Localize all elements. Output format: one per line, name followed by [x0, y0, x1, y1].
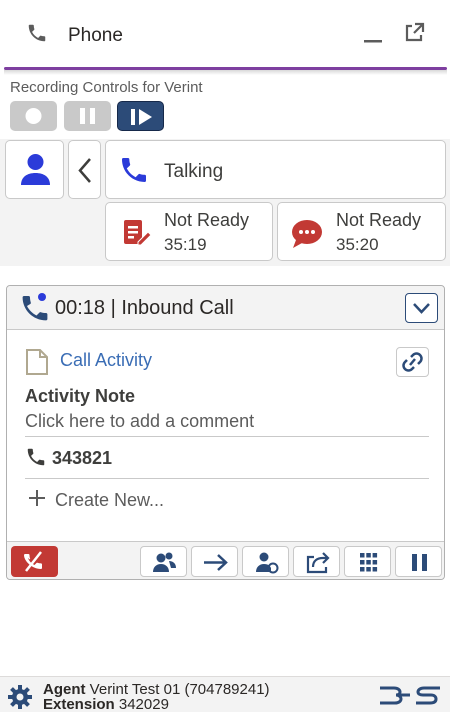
chat-bubble-icon	[292, 220, 322, 248]
page-title: Phone	[68, 25, 123, 46]
agent-status-area: Talking Not Ready 35:19 Not Ready 35:20	[0, 139, 450, 266]
divider	[25, 436, 429, 437]
call-timer: 00:18	[55, 297, 106, 319]
resume-recording-icon	[131, 109, 152, 125]
activity-note-label: Activity Note	[25, 386, 136, 406]
create-new-link[interactable]: Create New...	[55, 490, 164, 511]
recording-controls: Recording Controls for Verint	[0, 75, 450, 139]
document-icon	[26, 349, 48, 375]
not-ready-status-1[interactable]: Not Ready 35:19	[105, 202, 273, 261]
phone-icon	[27, 448, 45, 466]
hold-icon	[412, 554, 427, 571]
consult-button[interactable]	[242, 546, 289, 577]
link-icon	[402, 352, 423, 372]
activity-comment-input[interactable]: Click here to add a comment	[25, 411, 254, 432]
collapse-status-button[interactable]	[68, 140, 101, 199]
call-activity-link[interactable]: Call Activity	[60, 350, 152, 371]
not-ready-label-1: Not Ready	[164, 210, 250, 230]
note-edit-icon	[124, 220, 152, 246]
gear-icon[interactable]	[7, 684, 33, 710]
bucher-suter-logo-icon	[380, 686, 440, 705]
dialpad-button[interactable]	[344, 546, 391, 577]
not-ready-time-2: 35:20	[336, 235, 379, 254]
resume-recording-button[interactable]	[117, 101, 164, 131]
extension-info: Extension 342029	[43, 696, 169, 712]
not-ready-label-2: Not Ready	[336, 210, 422, 230]
link-record-button[interactable]	[396, 347, 429, 377]
transfer-arrow-icon	[204, 554, 228, 571]
pause-recording-button[interactable]	[64, 101, 111, 131]
talking-status[interactable]: Talking	[105, 140, 446, 199]
call-type: Inbound Call	[121, 297, 234, 319]
conference-icon	[153, 552, 176, 572]
hold-button[interactable]	[395, 546, 442, 577]
dialpad-icon	[360, 553, 378, 572]
phone-header: Phone	[0, 0, 450, 75]
chevron-down-icon	[413, 303, 430, 314]
agent-icon	[21, 154, 50, 185]
recording-controls-label: Recording Controls for Verint	[10, 79, 203, 96]
call-card-header: 00:18 | Inbound Call	[7, 286, 444, 330]
divider	[25, 478, 429, 479]
call-card-toggle-button[interactable]	[405, 293, 438, 323]
pause-icon	[80, 108, 95, 124]
agent-button[interactable]	[5, 140, 64, 199]
extension-label: Extension	[43, 696, 115, 712]
agent-footer: Agent Verint Test 01 (704789241) Extensi…	[0, 676, 450, 712]
popout-icon[interactable]	[403, 22, 425, 44]
end-call-icon	[24, 551, 42, 572]
transfer-button[interactable]	[191, 546, 238, 577]
end-call-button[interactable]	[11, 546, 58, 577]
call-toolbar	[7, 541, 444, 579]
not-ready-status-2[interactable]: Not Ready 35:20	[277, 202, 446, 261]
chevron-left-icon	[78, 158, 91, 183]
talking-label: Talking	[164, 161, 224, 182]
record-icon	[25, 108, 42, 124]
record-button[interactable]	[10, 101, 57, 131]
extension-value: 342029	[118, 696, 169, 712]
phone-icon	[28, 24, 46, 42]
share-icon	[306, 552, 330, 574]
call-title-separator: |	[105, 297, 122, 319]
call-card: 00:18 | Inbound Call Call Activity Activ…	[6, 285, 445, 580]
conference-button[interactable]	[140, 546, 187, 577]
share-button[interactable]	[293, 546, 340, 577]
caller-phone-number: 343821	[52, 448, 113, 468]
consult-icon	[256, 552, 279, 574]
not-ready-time-1: 35:19	[164, 235, 207, 254]
inbound-call-icon	[22, 293, 48, 321]
plus-icon	[29, 490, 45, 506]
call-title: 00:18 | Inbound Call	[55, 297, 234, 320]
minimize-icon[interactable]	[362, 22, 384, 44]
phone-icon	[122, 158, 146, 182]
